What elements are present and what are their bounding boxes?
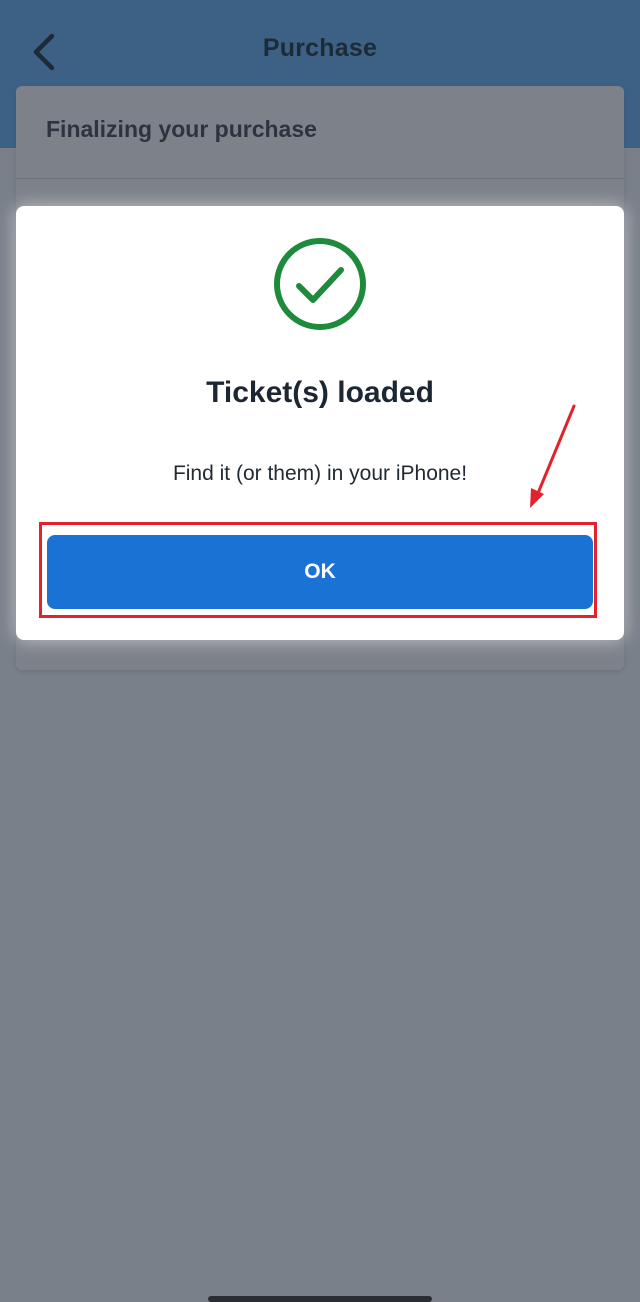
- home-indicator: [208, 1296, 432, 1302]
- purchase-card-title: Finalizing your purchase: [46, 116, 317, 142]
- check-circle-icon: [274, 238, 366, 330]
- page-title: Purchase: [262, 34, 378, 62]
- divider: [16, 178, 624, 179]
- dialog-title: Ticket(s) loaded: [206, 376, 434, 409]
- dialog-message: Find it (or them) in your iPhone!: [172, 462, 468, 485]
- ok-button[interactable]: OK: [47, 535, 593, 609]
- success-dialog: Ticket(s) loaded Find it (or them) in yo…: [16, 206, 624, 640]
